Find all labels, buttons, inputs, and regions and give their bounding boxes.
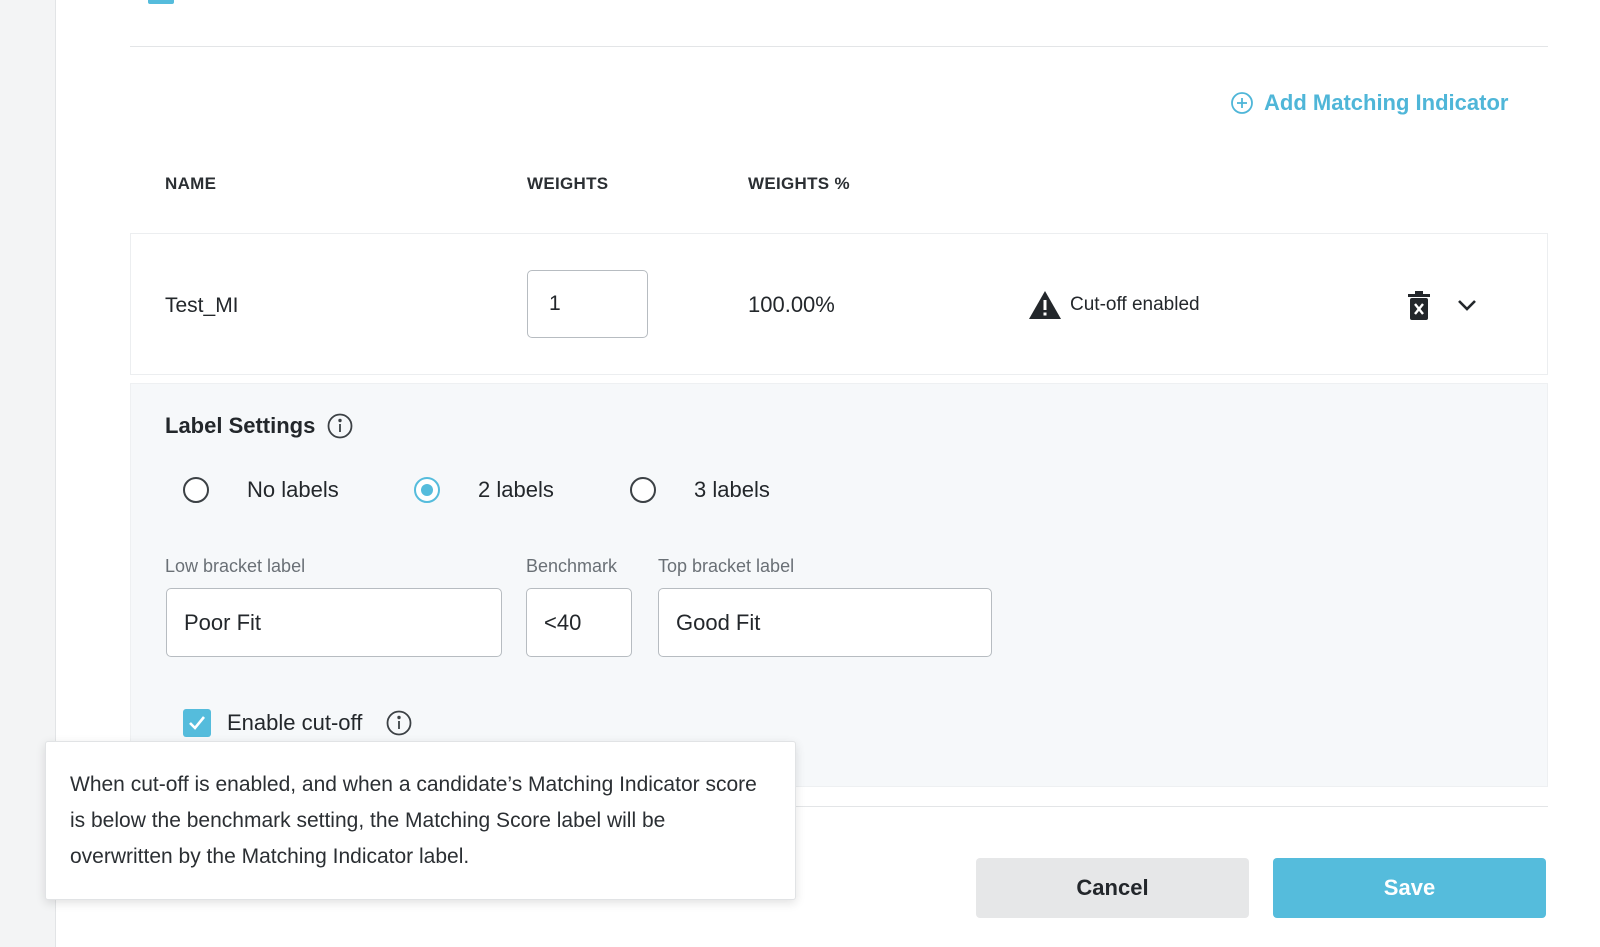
label-settings-heading: Label Settings (165, 413, 353, 439)
save-button[interactable]: Save (1273, 858, 1546, 918)
column-header-weights-pct: WEIGHTS % (748, 174, 850, 193)
chevron-down-icon[interactable] (1454, 293, 1480, 317)
enable-cutoff-checkbox[interactable] (183, 709, 211, 737)
radio-3-labels[interactable]: 3 labels (630, 477, 770, 503)
low-bracket-label-input[interactable] (166, 588, 502, 657)
radio-button[interactable] (183, 477, 209, 503)
top-bracket-label-input[interactable] (658, 588, 992, 657)
column-header-name: NAME (165, 174, 217, 193)
checkbox-remnant (148, 0, 174, 4)
add-matching-indicator-label: Add Matching Indicator (1264, 90, 1509, 115)
radio-button-selected[interactable] (414, 477, 440, 503)
weight-input[interactable] (527, 270, 648, 338)
column-header-weights: WEIGHTS (527, 174, 609, 193)
indicator-name: Test_MI (165, 294, 239, 317)
radio-button[interactable] (630, 477, 656, 503)
radio-2-labels[interactable]: 2 labels (414, 477, 554, 503)
section-divider (130, 46, 1548, 47)
radio-label: No labels (247, 477, 339, 502)
radio-label: 3 labels (694, 477, 770, 502)
cancel-button[interactable]: Cancel (976, 858, 1249, 918)
enable-cutoff-row: Enable cut-off (183, 709, 412, 737)
low-bracket-label-caption: Low bracket label (165, 556, 306, 576)
enable-cutoff-label: Enable cut-off (227, 710, 363, 735)
top-bracket-label-caption: Top bracket label (658, 556, 795, 576)
benchmark-input[interactable] (526, 588, 632, 657)
radio-no-labels[interactable]: No labels (183, 477, 339, 503)
checkmark-icon (189, 716, 206, 730)
label-settings-title: Label Settings (165, 413, 316, 438)
weight-percentage: 100.00% (748, 292, 835, 317)
trash-icon[interactable] (1406, 290, 1432, 322)
warning-triangle-icon (1029, 291, 1061, 319)
add-matching-indicator-button[interactable]: Add Matching Indicator (1230, 90, 1508, 116)
benchmark-caption: Benchmark (526, 556, 618, 576)
info-icon[interactable] (327, 413, 353, 439)
cutoff-status: Cut-off enabled (1028, 290, 1200, 320)
radio-label: 2 labels (478, 477, 554, 502)
matching-indicator-row (130, 233, 1548, 375)
cutoff-info-tooltip: When cut-off is enabled, and when a cand… (45, 741, 796, 900)
plus-circle-icon (1231, 92, 1253, 114)
cutoff-status-label: Cut-off enabled (1070, 294, 1200, 315)
info-icon[interactable] (386, 710, 412, 736)
